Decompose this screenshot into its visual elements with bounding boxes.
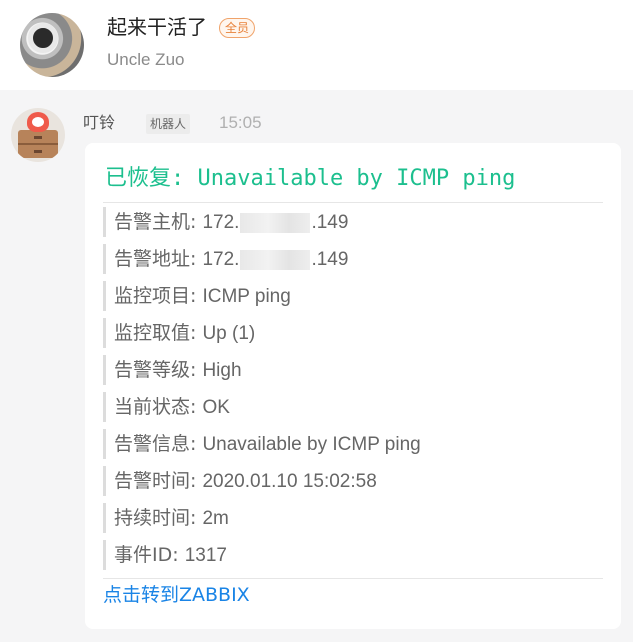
- redacted-mask: [240, 249, 311, 270]
- row-status: 当前状态: OK: [103, 392, 230, 422]
- row-label: 事件ID:: [114, 544, 185, 566]
- chat-title: 起来干活了: [107, 15, 207, 39]
- robot-tag: 机器人: [146, 114, 191, 134]
- redacted-mask: [240, 212, 311, 233]
- sender-name: 叮铃: [83, 113, 116, 132]
- row-label: 持续时间:: [114, 507, 203, 529]
- zabbix-link[interactable]: 点击转到ZABBIX: [103, 581, 250, 609]
- row-value: 2m: [202, 508, 229, 529]
- message-card: 已恢复: Unavailable by ICMP ping 告警主机: 172.…: [85, 143, 621, 629]
- drawer-knob: [34, 150, 42, 153]
- row-value: Up (1): [202, 323, 256, 344]
- chat-header: 起来干活了 全员 Uncle Zuo: [0, 0, 633, 90]
- message-time: 15:05: [219, 113, 262, 132]
- row-label: 当前状态:: [114, 396, 203, 418]
- row-value: Unavailable by ICMP ping: [202, 434, 421, 455]
- row-value-reading: 监控取值: Up (1): [103, 318, 255, 348]
- row-severity: 告警等级: High: [103, 355, 242, 385]
- title-divider: [103, 202, 603, 203]
- row-value-prefix: 172.: [202, 249, 240, 270]
- row-label: 监控项目:: [114, 285, 203, 307]
- card-title: 已恢复: Unavailable by ICMP ping: [105, 166, 516, 191]
- row-label: 告警地址:: [114, 248, 203, 270]
- row-info: 告警信息: Unavailable by ICMP ping: [103, 429, 421, 459]
- row-address: 告警地址: 172. .149: [103, 244, 348, 274]
- row-value: ICMP ping: [202, 286, 291, 307]
- row-value-suffix: .149: [311, 249, 349, 270]
- row-value: 2020.01.10 15:02:58: [202, 471, 377, 492]
- group-avatar[interactable]: [20, 13, 84, 77]
- row-label: 告警主机:: [114, 211, 203, 233]
- row-value: OK: [202, 397, 230, 418]
- drawer-knob: [34, 136, 42, 139]
- row-item: 监控项目: ICMP ping: [103, 281, 291, 311]
- link-divider: [103, 578, 603, 579]
- row-label: 监控取值:: [114, 322, 203, 344]
- row-label: 告警时间:: [114, 470, 203, 492]
- bot-avatar[interactable]: [11, 108, 65, 162]
- row-time: 告警时间: 2020.01.10 15:02:58: [103, 466, 377, 496]
- row-label: 告警等级:: [114, 359, 203, 381]
- row-label: 告警信息:: [114, 433, 203, 455]
- row-value-suffix: .149: [311, 212, 349, 233]
- row-value-prefix: 172.: [202, 212, 240, 233]
- member-badge: 全员: [219, 18, 256, 38]
- alarm-clock-face: [32, 117, 44, 127]
- row-value: 1317: [184, 545, 227, 566]
- row-duration: 持续时间: 2m: [103, 503, 229, 533]
- chat-subtitle: Uncle Zuo: [107, 50, 185, 69]
- row-value: High: [202, 360, 242, 381]
- row-event-id: 事件ID: 1317: [103, 540, 227, 570]
- avatar-decoration: [28, 23, 58, 53]
- drawer-divider: [18, 143, 58, 145]
- row-host: 告警主机: 172. .149: [103, 207, 348, 237]
